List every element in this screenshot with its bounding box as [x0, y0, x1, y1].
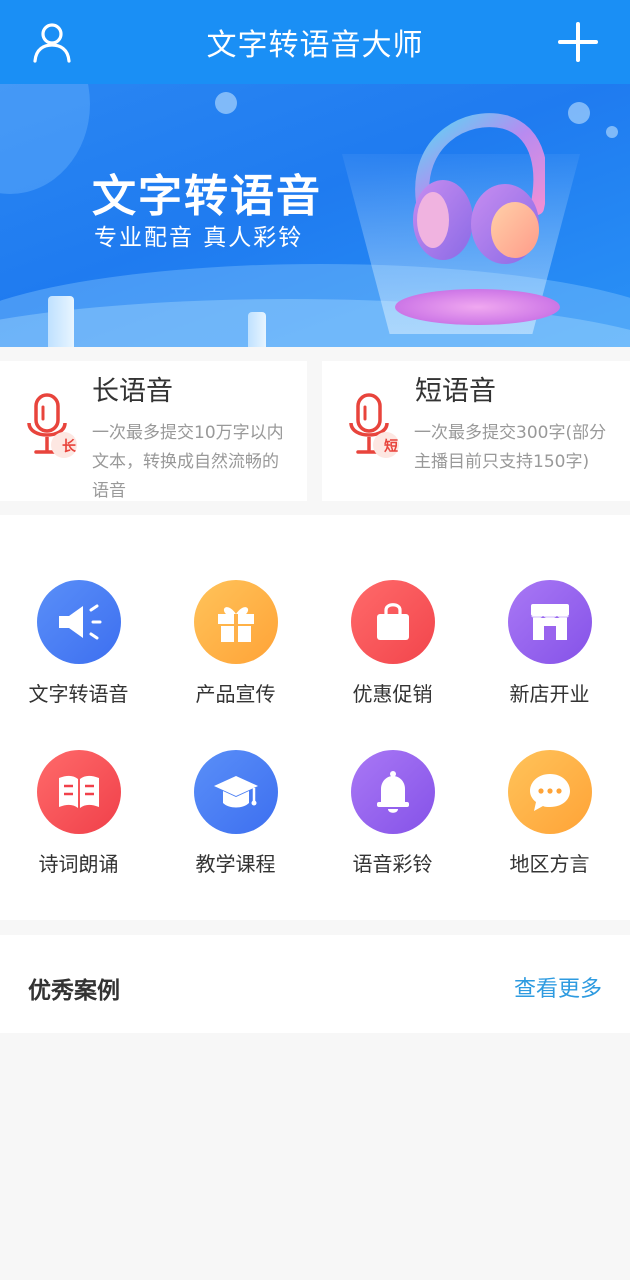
- banner-subline: 专业配音 真人彩铃: [94, 225, 304, 251]
- user-icon[interactable]: [30, 20, 74, 64]
- long-voice-card[interactable]: 长 长语音 一次最多提交10万字以内文本，转换成自然流畅的语音: [0, 361, 307, 501]
- banner-pillar: [48, 296, 74, 347]
- grid-item-teaching-course[interactable]: 教学课程: [157, 750, 314, 877]
- grid-item-poetry-reading[interactable]: 诗词朗诵: [0, 750, 157, 877]
- grid-item-label: 地区方言: [509, 852, 590, 876]
- feature-grid: 文字转语音 产品宣传 优惠促销 新店开业 诗词朗诵 教学课程 语音彩铃 地区方言: [0, 515, 630, 920]
- view-more-link[interactable]: 查看更多: [514, 971, 602, 1003]
- banner-decoration: [0, 84, 90, 194]
- card-description: 一次最多提交10万字以内文本，转换成自然流畅的语音: [92, 423, 284, 501]
- banner-bubble: [215, 92, 237, 114]
- short-voice-card[interactable]: 短 短语音 一次最多提交300字(部分主播目前只支持150字): [322, 361, 630, 501]
- grid-item-regional-dialect[interactable]: 地区方言: [471, 750, 628, 877]
- card-description: 一次最多提交300字(部分主播目前只支持150字): [414, 423, 607, 472]
- graduation-cap-icon: [193, 750, 278, 834]
- excellent-cases-section: 优秀案例 查看更多: [0, 935, 630, 1033]
- grid-item-store-opening[interactable]: 新店开业: [471, 580, 628, 707]
- section-title: 优秀案例: [28, 978, 120, 1004]
- grid-item-product-promo[interactable]: 产品宣传: [157, 580, 314, 707]
- shopping-bag-icon: [350, 580, 435, 664]
- voice-type-cards: 长 长语音 一次最多提交10万字以内文本，转换成自然流畅的语音 短 短语音 一次…: [0, 347, 630, 515]
- grid-item-label: 诗词朗诵: [38, 852, 119, 876]
- card-badge: 短: [384, 439, 398, 455]
- grid-item-label: 新店开业: [509, 682, 590, 706]
- book-icon: [36, 750, 121, 834]
- banner-pillar: [248, 312, 266, 347]
- banner-bubble: [568, 102, 590, 124]
- grid-item-label: 语音彩铃: [352, 852, 433, 876]
- speaker-icon: [36, 580, 121, 664]
- card-title: 短语音: [415, 376, 496, 407]
- chat-bubble-icon: [507, 750, 592, 834]
- store-icon: [507, 580, 592, 664]
- card-title: 长语音: [92, 376, 173, 407]
- banner-stage: [395, 289, 560, 325]
- grid-item-label: 教学课程: [195, 852, 276, 876]
- promo-banner[interactable]: 文字转语音 专业配音 真人彩铃: [0, 84, 630, 347]
- gift-icon: [193, 580, 278, 664]
- bell-icon: [350, 750, 435, 834]
- plus-icon[interactable]: [556, 20, 600, 64]
- grid-item-label: 产品宣传: [195, 682, 276, 706]
- grid-item-promotion[interactable]: 优惠促销: [314, 580, 471, 707]
- grid-item-label: 文字转语音: [28, 682, 129, 706]
- headphones-icon: [413, 113, 545, 264]
- banner-bubble: [606, 126, 618, 138]
- card-badge: 长: [62, 439, 76, 455]
- app-header: 文字转语音大师: [0, 0, 630, 84]
- banner-headline: 文字转语音: [92, 171, 322, 222]
- app-title: 文字转语音大师: [206, 28, 424, 63]
- grid-item-voice-ringtone[interactable]: 语音彩铃: [314, 750, 471, 877]
- grid-item-label: 优惠促销: [352, 682, 433, 706]
- grid-item-text-to-speech[interactable]: 文字转语音: [0, 580, 157, 707]
